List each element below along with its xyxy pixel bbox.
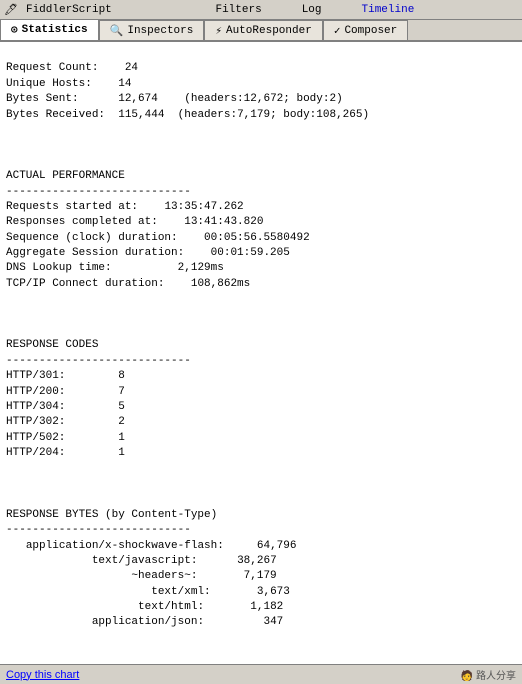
log-tab[interactable]: Log	[302, 4, 322, 16]
statistics-tab-label: Statistics	[22, 24, 88, 36]
requests-started: Requests started at: 13:35:47.262 Respon…	[6, 201, 310, 290]
divider1: ----------------------------	[6, 186, 191, 198]
title-bar-left: 🖊 FiddlerScript	[4, 3, 112, 17]
stats-text: Request Count: 24 Unique Hosts: 14 Bytes…	[6, 46, 516, 154]
content-area: Request Count: 24 Unique Hosts: 14 Bytes…	[0, 42, 522, 684]
actual-performance-section: ACTUAL PERFORMANCE ---------------------…	[6, 154, 516, 323]
timeline-tab[interactable]: Timeline	[362, 4, 415, 16]
bottom-bar: Copy this chart 🧑 路人分享	[0, 664, 522, 684]
autoresponder-tab-icon: ⚡	[215, 24, 222, 38]
app-name: FiddlerScript	[26, 4, 112, 16]
response-codes-section: RESPONSE CODES -------------------------…	[6, 323, 516, 492]
filters-tab[interactable]: Filters	[215, 4, 261, 16]
tab-inspectors[interactable]: 🔍 Inspectors	[99, 20, 205, 40]
fiddlerscript-icon: 🖊	[4, 3, 18, 17]
title-bar-center: Filters Log Timeline	[112, 4, 518, 16]
statistics-tab-icon: ⊙	[11, 23, 18, 37]
tab-statistics[interactable]: ⊙ Statistics	[0, 19, 99, 40]
tab-composer[interactable]: ✓ Composer	[323, 20, 408, 40]
inspectors-tab-label: Inspectors	[127, 25, 193, 37]
inspectors-tab-icon: 🔍	[110, 24, 124, 38]
tab-bar: ⊙ Statistics 🔍 Inspectors ⚡ AutoResponde…	[0, 20, 522, 42]
composer-tab-label: Composer	[344, 25, 397, 37]
actual-perf-header: ACTUAL PERFORMANCE	[6, 170, 125, 182]
composer-tab-icon: ✓	[334, 24, 341, 38]
tab-autoresponder[interactable]: ⚡ AutoResponder	[204, 20, 322, 40]
copy-chart-link[interactable]: Copy this chart	[6, 669, 79, 681]
autoresponder-tab-label: AutoResponder	[226, 25, 312, 37]
response-bytes-section: RESPONSE BYTES (by Content-Type) -------…	[6, 492, 516, 661]
watermark-icon: 🧑	[461, 671, 473, 682]
request-count-line: Request Count: 24 Unique Hosts: 14 Bytes…	[6, 62, 369, 120]
watermark: 🧑 路人分享	[461, 667, 516, 682]
title-bar: 🖊 FiddlerScript Filters Log Timeline	[0, 0, 522, 20]
